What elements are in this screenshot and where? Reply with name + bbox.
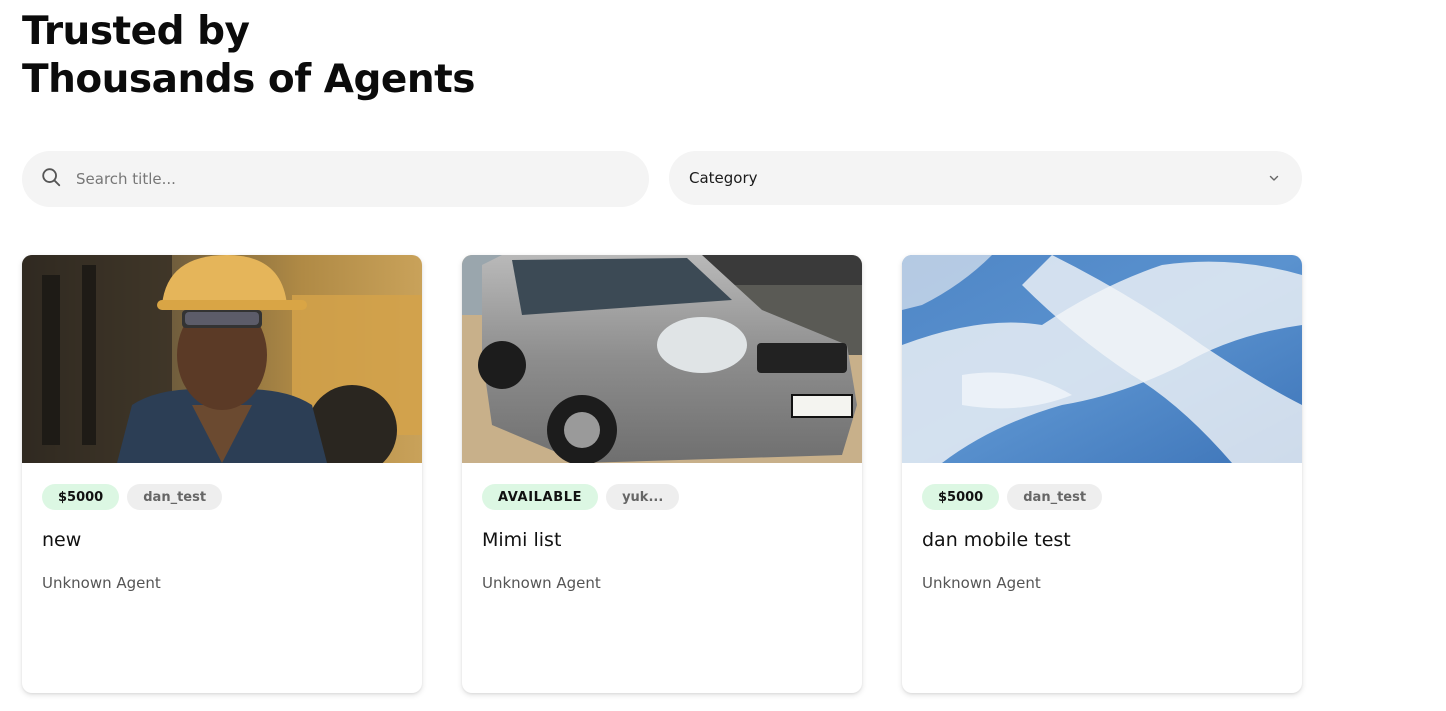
status-badge: AVAILABLE: [482, 484, 599, 510]
category-select-label: Category: [689, 169, 758, 187]
listing-agent: Unknown Agent: [42, 574, 161, 592]
chip-row: $5000 dan_test: [42, 484, 223, 510]
page: Trusted by Thousands of Agents Category: [0, 0, 1446, 711]
listing-card[interactable]: $5000 dan_test dan mobile test Unknown A…: [902, 255, 1302, 693]
chip-row: $5000 dan_test: [922, 484, 1103, 510]
listing-title[interactable]: new: [42, 529, 81, 551]
listing-image-silver-suv: [462, 255, 862, 463]
user-badge: yuk...: [606, 484, 680, 510]
search-icon: [40, 166, 62, 192]
page-heading: Trusted by Thousands of Agents: [22, 8, 475, 104]
search-input[interactable]: [74, 169, 618, 189]
listing-card[interactable]: AVAILABLE yuk... Mimi list Unknown Agent: [462, 255, 862, 693]
price-badge: $5000: [922, 484, 1000, 510]
chip-row: AVAILABLE yuk...: [482, 484, 680, 510]
listing-card[interactable]: $5000 dan_test new Unknown Agent: [22, 255, 422, 693]
listing-title[interactable]: Mimi list: [482, 529, 561, 551]
user-badge: dan_test: [127, 484, 223, 510]
heading-line-2: Thousands of Agents: [22, 57, 475, 102]
listing-agent: Unknown Agent: [482, 574, 601, 592]
listing-image-construction-worker: [22, 255, 422, 463]
chevron-down-icon: [1268, 169, 1280, 188]
category-select[interactable]: Category: [669, 151, 1302, 205]
price-badge: $5000: [42, 484, 120, 510]
user-badge: dan_test: [1007, 484, 1103, 510]
listing-image-blue-sky: [902, 255, 1302, 463]
listing-agent: Unknown Agent: [922, 574, 1041, 592]
heading-line-1: Trusted by: [22, 9, 250, 54]
listing-title[interactable]: dan mobile test: [922, 529, 1071, 551]
search-bar[interactable]: [22, 151, 649, 207]
